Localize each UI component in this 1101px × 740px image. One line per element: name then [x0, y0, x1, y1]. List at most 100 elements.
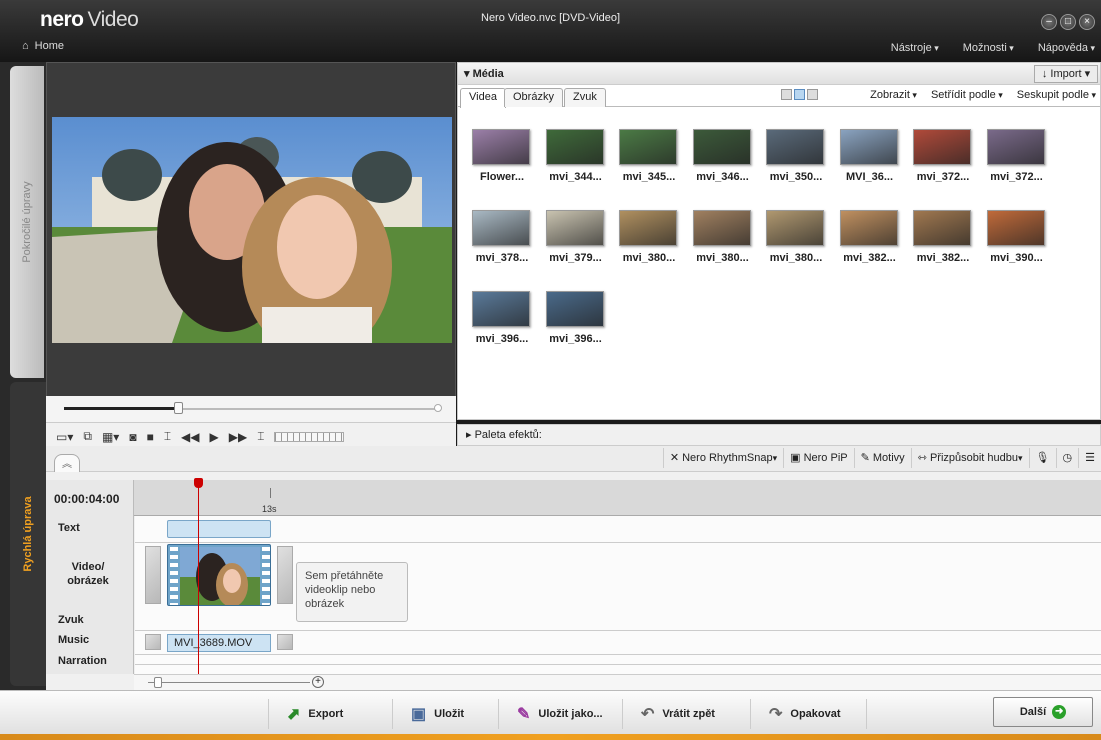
media-title[interactable]: ▾ Média [464, 67, 504, 80]
media-item[interactable]: mvi_344... [542, 125, 616, 206]
save-button[interactable]: ▣ Uložit [392, 699, 464, 729]
aspect-menu-icon[interactable]: ▦▾ [102, 430, 119, 444]
media-item[interactable]: mvi_396... [542, 287, 616, 368]
tab-quick-label: Rychlá úprava [22, 496, 34, 572]
time-ruler[interactable]: 13s [134, 480, 1101, 516]
track-lanes: Sem přetáhněte videoklip nebo obrázek MV… [135, 516, 1101, 674]
fit-music-button[interactable]: ⇿ Přizpůsobit hudbu [910, 448, 1029, 468]
media-item[interactable]: mvi_345... [615, 125, 689, 206]
media-thumbnail [839, 129, 898, 165]
video-insert-slot-left[interactable] [145, 546, 161, 604]
tab-videos[interactable]: Videa [460, 88, 506, 108]
next-label: Další [1019, 706, 1047, 718]
text-clip[interactable] [167, 520, 271, 538]
tab-audio[interactable]: Zvuk [564, 88, 606, 107]
media-item-name: mvi_382... [916, 252, 970, 264]
group-by-dropdown[interactable]: Seskupit podle [1017, 89, 1096, 101]
media-item[interactable]: mvi_372... [983, 125, 1057, 206]
close-icon[interactable]: × [1079, 14, 1095, 30]
themes-label: Motivy [872, 452, 905, 464]
seek-handle[interactable] [174, 402, 183, 414]
audio-insert-slot-right[interactable] [277, 634, 293, 650]
next-button[interactable]: Další ➜ [993, 697, 1093, 727]
media-item[interactable]: mvi_378... [468, 206, 542, 287]
media-item[interactable]: mvi_372... [909, 125, 983, 206]
medium-icons-view-icon[interactable] [794, 89, 805, 100]
media-item-name: mvi_344... [549, 171, 602, 183]
save-as-label: Uložit jako... [538, 708, 603, 720]
rhythmsnap-button[interactable]: ✕ Nero RhythmSnap [662, 448, 783, 468]
redo-button[interactable]: ↷ Opakovat [750, 699, 841, 729]
save-label: Uložit [434, 708, 465, 720]
media-item-name: mvi_378... [475, 252, 529, 264]
bottom-divider [866, 699, 867, 729]
previous-frame-icon[interactable]: ◀◀ [181, 430, 199, 444]
video-clip[interactable] [167, 544, 271, 606]
title-bar: nero Video Nero Video.nvc [DVD-Video] – □… [0, 0, 1101, 62]
drop-zone-hint[interactable]: Sem přetáhněte videoklip nebo obrázek [296, 562, 408, 622]
undo-button[interactable]: ↶ Vrátit zpět [622, 699, 715, 729]
sort-by-dropdown[interactable]: Setřídit podle [931, 89, 1003, 101]
zoom-in-icon[interactable]: + [312, 676, 324, 688]
media-thumbnail [692, 210, 751, 246]
menu-options[interactable]: Možnosti [963, 42, 1014, 54]
collapse-toggle-icon[interactable]: ︽ [54, 454, 80, 472]
media-item[interactable]: mvi_382... [909, 206, 983, 287]
media-item-name: mvi_372... [916, 171, 970, 183]
track-divider [135, 664, 1101, 665]
audio-insert-slot-left[interactable] [145, 634, 161, 650]
menu-tools[interactable]: Nástroje [891, 42, 939, 54]
media-item[interactable]: mvi_380... [762, 206, 836, 287]
play-icon[interactable]: ▶ [210, 430, 219, 444]
media-item-name: mvi_382... [843, 252, 896, 264]
media-tabs: Videa Obrázky Zvuk Zobrazit Setřídit pod… [458, 85, 1100, 108]
save-as-button[interactable]: ✎ Uložit jako... [498, 699, 603, 729]
media-item-name: mvi_346... [696, 171, 749, 183]
tab-quick-editing[interactable]: Rychlá úprava [10, 382, 46, 686]
large-icons-view-icon[interactable] [781, 89, 792, 100]
zoom-handle[interactable] [154, 677, 162, 688]
effects-palette-bar[interactable]: ▸ Paleta efektů: [457, 424, 1101, 446]
bottom-action-bar: ⬈ Export ▣ Uložit ✎ Uložit jako... ↶ Vrá… [0, 690, 1101, 740]
menu-help[interactable]: Nápověda [1038, 42, 1095, 54]
media-item[interactable]: mvi_380... [689, 206, 763, 287]
media-item[interactable]: mvi_379... [542, 206, 616, 287]
media-item[interactable]: mvi_382... [836, 206, 910, 287]
frame-ruler[interactable] [274, 431, 345, 442]
tab-images[interactable]: Obrázky [504, 88, 563, 107]
video-insert-slot-right[interactable] [277, 546, 293, 604]
media-item[interactable]: mvi_350... [762, 125, 836, 206]
pip-view-icon[interactable]: ⧉ [83, 429, 92, 444]
import-button[interactable]: ↓ Import ▾ [1034, 65, 1098, 83]
microphone-icon[interactable]: 🎙 [1028, 448, 1056, 468]
minimize-icon[interactable]: – [1041, 14, 1057, 30]
mark-out-icon[interactable]: ⌶ [257, 429, 264, 444]
seek-slider[interactable] [46, 396, 456, 422]
list-icon[interactable]: ☰ [1078, 448, 1101, 468]
mark-in-icon[interactable]: ⌶ [164, 429, 171, 444]
display-mode-icon[interactable]: ▭▾ [56, 430, 73, 444]
media-item[interactable]: mvi_346... [689, 125, 763, 206]
audio-clip[interactable]: MVI_3689.MOV [167, 634, 271, 652]
export-button[interactable]: ⬈ Export [268, 699, 343, 729]
media-item[interactable]: MVI_36... [836, 125, 910, 206]
media-item[interactable]: mvi_396... [468, 287, 542, 368]
timer-icon[interactable]: ◷ [1055, 448, 1079, 468]
track-divider [135, 630, 1101, 631]
media-item[interactable]: mvi_390... [983, 206, 1057, 287]
pip-label: Nero PiP [803, 452, 848, 464]
tab-advanced-editing[interactable]: Pokročilé úpravy [10, 66, 44, 378]
themes-button[interactable]: ✎ Motivy [853, 448, 911, 468]
home-breadcrumb[interactable]: ⌂ Home [22, 40, 64, 52]
details-view-icon[interactable] [807, 89, 818, 100]
media-item[interactable]: mvi_380... [615, 206, 689, 287]
next-frame-icon[interactable]: ▶▶ [229, 430, 247, 444]
media-item-name: mvi_380... [769, 252, 823, 264]
snapshot-icon[interactable]: ◙ [129, 430, 136, 444]
stop-icon[interactable]: ■ [147, 430, 154, 444]
maximize-icon[interactable]: □ [1060, 14, 1076, 30]
pip-button[interactable]: ▣ Nero PiP [783, 448, 853, 468]
media-item[interactable]: Flower... [468, 125, 542, 206]
show-dropdown[interactable]: Zobrazit [870, 89, 917, 101]
export-label: Export [308, 708, 344, 720]
